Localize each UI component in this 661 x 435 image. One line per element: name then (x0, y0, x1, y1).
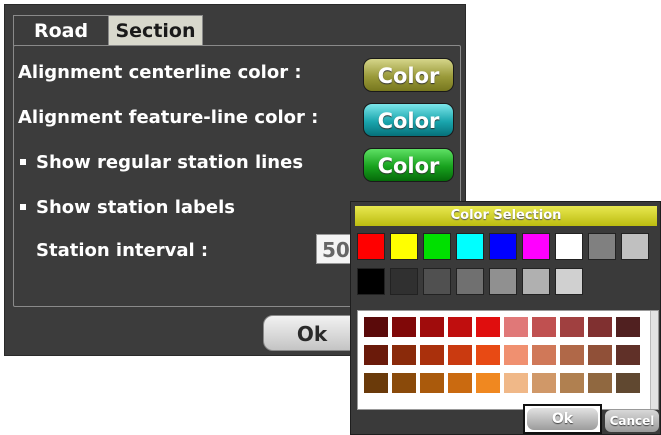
color-swatch[interactable] (456, 268, 484, 295)
featureline-color-button[interactable]: Color (363, 103, 454, 137)
color-swatch[interactable] (390, 233, 418, 260)
color-swatch[interactable] (489, 268, 517, 295)
dialog-cancel-button[interactable]: Cancel (605, 410, 659, 432)
shade-cell[interactable] (588, 345, 612, 365)
color-swatch[interactable] (423, 233, 451, 260)
shade-cell[interactable] (476, 373, 500, 393)
shade-cell[interactable] (560, 345, 584, 365)
shade-cell[interactable] (560, 317, 584, 337)
color-swatch[interactable] (555, 268, 583, 295)
shade-cell[interactable] (532, 345, 556, 365)
shade-cell[interactable] (392, 317, 416, 337)
station-interval-label: Station interval : (36, 240, 209, 261)
shade-cell[interactable] (364, 345, 388, 365)
dialog-ok-button[interactable]: Ok (523, 404, 602, 434)
shade-cell[interactable] (616, 373, 640, 393)
color-swatch[interactable] (621, 233, 649, 260)
tab-section[interactable]: Section (108, 15, 203, 46)
shade-grid-scrollbar[interactable] (650, 311, 658, 409)
color-swatch[interactable] (555, 233, 583, 260)
shade-cell[interactable] (476, 345, 500, 365)
station-labels-label: Show station labels (36, 197, 236, 218)
shade-cell[interactable] (448, 373, 472, 393)
shade-cell[interactable] (504, 373, 528, 393)
shade-cell[interactable] (504, 345, 528, 365)
station-labels-checkbox[interactable] (20, 204, 26, 210)
shade-cell[interactable] (448, 317, 472, 337)
shade-cell[interactable] (420, 373, 444, 393)
shade-cell[interactable] (616, 345, 640, 365)
regular-station-lines-checkbox[interactable] (20, 159, 26, 165)
shade-cell[interactable] (476, 317, 500, 337)
shade-cell[interactable] (448, 345, 472, 365)
color-selection-dialog: Color Selection Ok Cancel (350, 201, 661, 435)
color-swatch[interactable] (357, 268, 385, 295)
color-swatch[interactable] (423, 268, 451, 295)
tab-road[interactable]: Road (13, 15, 109, 46)
station-line-color-button[interactable]: Color (363, 148, 454, 182)
color-swatch[interactable] (522, 268, 550, 295)
shade-cell[interactable] (616, 317, 640, 337)
featureline-color-label: Alignment feature-line color : (18, 107, 319, 128)
dialog-ok-label: Ok (527, 408, 598, 430)
regular-station-lines-label: Show regular station lines (36, 152, 304, 173)
centerline-color-label: Alignment centerline color : (18, 62, 302, 83)
shade-cell[interactable] (588, 317, 612, 337)
shade-cell[interactable] (420, 317, 444, 337)
shade-cell[interactable] (420, 345, 444, 365)
color-swatch[interactable] (588, 233, 616, 260)
centerline-color-button[interactable]: Color (363, 58, 454, 92)
shade-cell[interactable] (392, 373, 416, 393)
color-swatch[interactable] (522, 233, 550, 260)
shade-cell[interactable] (392, 345, 416, 365)
ok-button[interactable]: Ok (263, 315, 361, 351)
color-shade-grid (357, 310, 659, 410)
shade-cell[interactable] (532, 317, 556, 337)
dialog-title: Color Selection (355, 206, 657, 226)
shade-cell[interactable] (364, 317, 388, 337)
shade-cell[interactable] (560, 373, 584, 393)
shade-cell[interactable] (532, 373, 556, 393)
shade-cell[interactable] (364, 373, 388, 393)
color-swatch[interactable] (489, 233, 517, 260)
color-swatch[interactable] (456, 233, 484, 260)
shade-cell[interactable] (588, 373, 612, 393)
color-swatch[interactable] (390, 268, 418, 295)
color-swatch[interactable] (357, 233, 385, 260)
shade-cell[interactable] (504, 317, 528, 337)
